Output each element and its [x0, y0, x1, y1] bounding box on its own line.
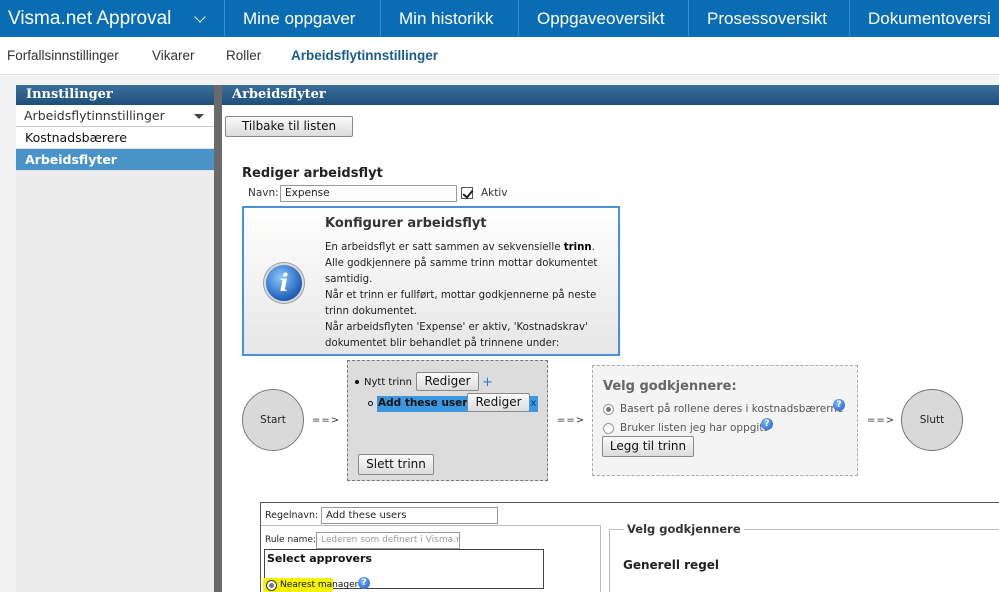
- subnav-forfallsinnstillinger[interactable]: Forfallsinnstillinger: [7, 37, 119, 75]
- info-title: Konfigurer arbeidsflyt: [325, 216, 487, 231]
- rule-name-en-label: Rule name:: [265, 535, 317, 545]
- bullet-ring: [368, 401, 373, 406]
- edit-workflow-title: Rediger arbeidsflyt: [242, 166, 383, 181]
- nav-mine-oppgaver[interactable]: Mine oppgaver: [224, 0, 373, 37]
- edit-step-button[interactable]: Rediger: [416, 372, 479, 391]
- remove-icon[interactable]: x: [529, 396, 538, 412]
- step-box: Nytt trinn Rediger + Add these users Red…: [347, 360, 548, 481]
- nearest-manager-label: Nearest manager: [280, 580, 359, 590]
- panel-divider[interactable]: [214, 85, 222, 592]
- approvers-fieldset: Velg godkjennere Generell regel: [609, 522, 999, 592]
- chevron-down-icon[interactable]: [194, 11, 206, 23]
- info-panel: i Konfigurer arbeidsflyt En arbeidsflyt …: [242, 206, 620, 356]
- settings-sidebar: Innstilinger Arbeidsflytinnstillinger Ko…: [16, 85, 214, 592]
- sidebar-item-arbeidsflyter[interactable]: Arbeidsflyter: [16, 149, 214, 171]
- main-content: Arbeidsflyter Tilbake til listen Rediger…: [222, 85, 999, 592]
- edit-user-button[interactable]: Rediger: [467, 393, 530, 412]
- nav-min-historikk[interactable]: Min historikk: [380, 0, 511, 37]
- info-icon: i: [264, 263, 304, 303]
- subnav-vikarer[interactable]: Vikarer: [152, 37, 195, 75]
- workflow-name-input[interactable]: Expense: [280, 185, 457, 202]
- dropdown-triangle-icon: [194, 114, 204, 119]
- general-rule-title: Generell regel: [623, 558, 720, 572]
- arrow-end: ==>: [867, 415, 896, 426]
- role-based-label: Basert på rollene deres i kostnadsbærern…: [620, 403, 844, 415]
- selected-item-label[interactable]: Add these users: [378, 397, 474, 409]
- settings-select[interactable]: Arbeidsflytinnstillinger: [16, 105, 214, 127]
- name-label: Navn:: [248, 187, 279, 199]
- new-step-label: Nytt trinn: [364, 377, 412, 388]
- info-line1-bold: trinn: [563, 242, 592, 253]
- top-navigation-bar: Visma.net Approval Mine oppgaver Min his…: [0, 0, 999, 37]
- fieldset-legend: Velg godkjennere: [624, 522, 744, 536]
- add-icon[interactable]: +: [482, 375, 493, 390]
- nav-dokumentoversikt[interactable]: Dokumentoversi: [849, 0, 999, 37]
- info-line2: Alle godkjennere på samme trinn mottar d…: [325, 258, 598, 285]
- back-to-list-button[interactable]: Tilbake til listen: [225, 116, 353, 137]
- info-line1-post: .: [591, 242, 595, 253]
- radio-user-list[interactable]: [603, 423, 614, 434]
- start-node: Start: [242, 389, 304, 451]
- new-step-row: Nytt trinn: [355, 377, 412, 388]
- sub-navigation: Forfallsinnstillinger Vikarer Roller Arb…: [0, 37, 999, 75]
- main-header: Arbeidsflyter: [222, 85, 999, 105]
- help-icon[interactable]: ?: [761, 418, 773, 430]
- rule-name-label: Regelnavn:: [265, 510, 319, 521]
- app-title[interactable]: Visma.net Approval: [8, 0, 171, 37]
- active-checkbox[interactable]: [461, 187, 473, 199]
- approvers-title: Velg godkjennere:: [603, 379, 737, 394]
- radio-role-based[interactable]: [603, 404, 614, 415]
- end-node: Slutt: [901, 389, 963, 451]
- rule-editor: Regelnavn: Add these users Rule name: Le…: [260, 502, 999, 592]
- info-line4: Når arbeidsflyten 'Expense' er aktiv, 'K…: [325, 322, 588, 349]
- bullet-dot: [355, 380, 359, 384]
- arrow-middle: ==>: [557, 415, 586, 426]
- info-line3: Når et trinn er fullført, mottar godkjen…: [325, 290, 597, 317]
- help-icon[interactable]: ?: [833, 399, 845, 411]
- info-line1-pre: En arbeidsflyt er satt sammen av sekvens…: [325, 242, 564, 253]
- active-label: Aktiv: [481, 187, 508, 199]
- add-step-button[interactable]: Legg til trinn: [602, 436, 694, 457]
- help-icon[interactable]: ?: [358, 577, 370, 589]
- delete-step-button[interactable]: Slett trinn: [358, 454, 434, 475]
- info-text: En arbeidsflyt er satt sammen av sekvens…: [325, 240, 610, 352]
- page-frame: Innstilinger Arbeidsflytinnstillinger Ko…: [0, 76, 999, 592]
- subnav-roller[interactable]: Roller: [226, 37, 261, 75]
- select-approvers-title: Select approvers: [267, 552, 372, 565]
- select-approvers-panel: Velg godkjennere: Basert på rollene dere…: [592, 365, 858, 476]
- rule-name-en-input[interactable]: Lederen som definert i Visma.n: [316, 532, 460, 549]
- rule-name-input[interactable]: Add these users: [321, 507, 498, 524]
- arrow-start: ==>: [312, 415, 341, 426]
- subnav-arbeidsflytinnstillinger[interactable]: Arbeidsflytinnstillinger: [291, 37, 438, 75]
- settings-select-value: Arbeidsflytinnstillinger: [24, 108, 165, 123]
- radio-nearest-manager[interactable]: [266, 580, 277, 591]
- user-list-label: Bruker listen jeg har oppgitt: [620, 422, 768, 434]
- sidebar-item-kostnadsbaerere[interactable]: Kostnadsbærere: [16, 127, 214, 149]
- sidebar-header: Innstilinger: [16, 85, 214, 105]
- nav-prosessoversikt[interactable]: Prosessoversikt: [688, 0, 845, 37]
- nav-oppgaveoversikt[interactable]: Oppgaveoversikt: [518, 0, 683, 37]
